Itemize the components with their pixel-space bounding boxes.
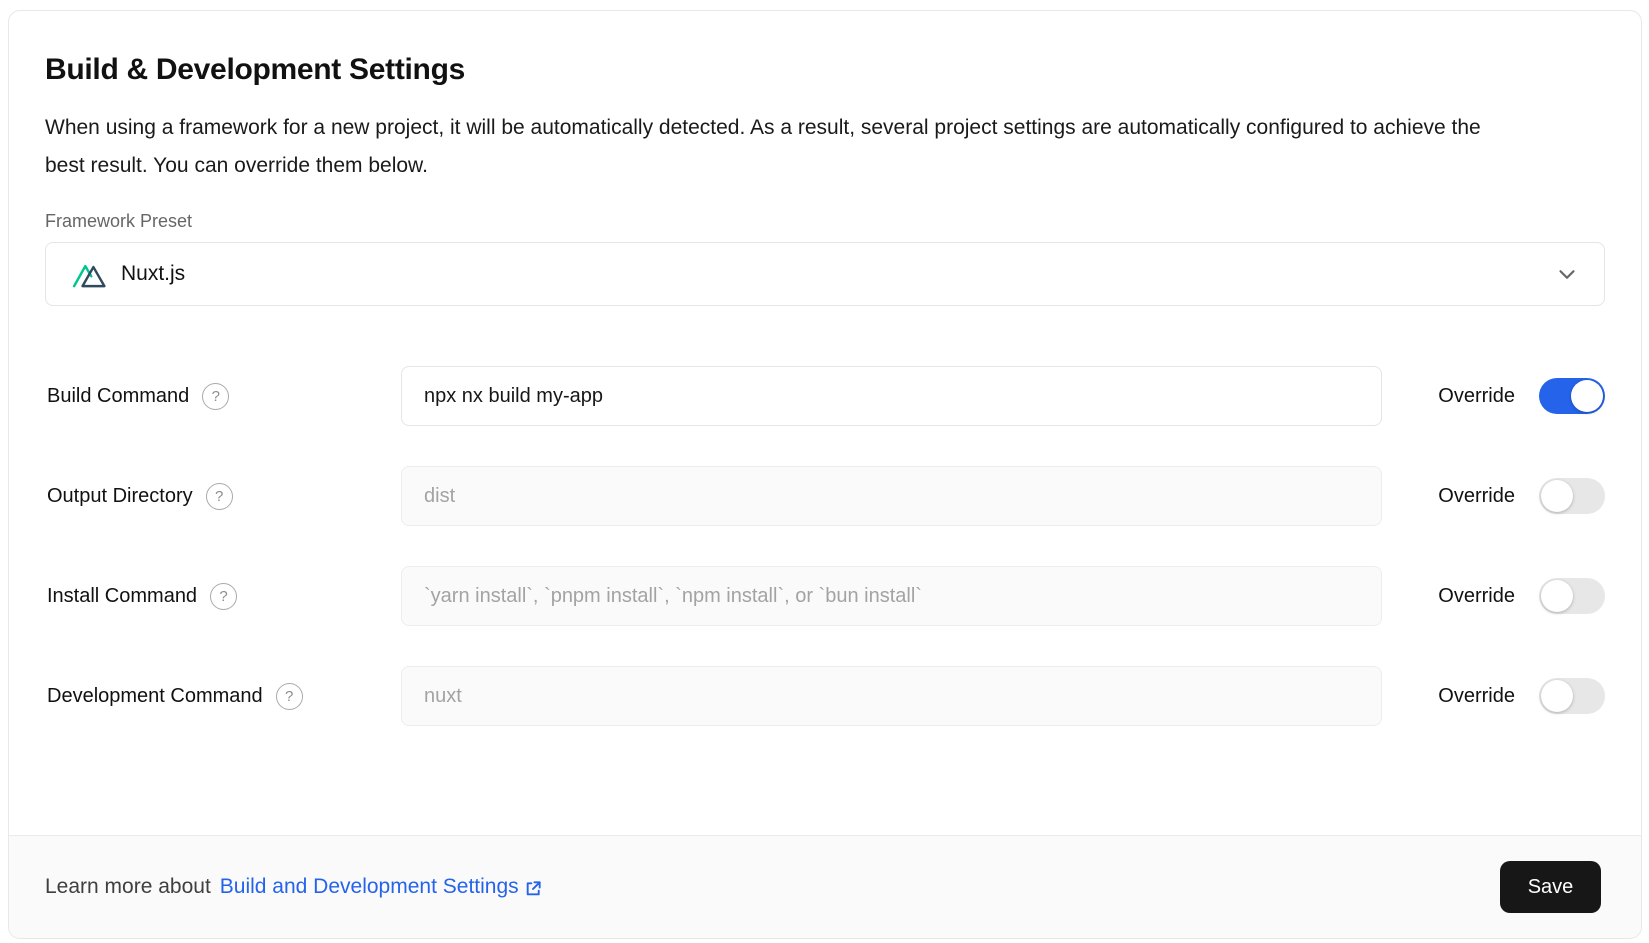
- override-label: Override: [1438, 685, 1515, 708]
- help-icon[interactable]: ?: [202, 383, 229, 410]
- output-directory-override: Override: [1382, 478, 1605, 514]
- help-icon[interactable]: ?: [276, 683, 303, 710]
- development-command-label-group: Development Command ?: [45, 683, 401, 710]
- save-button[interactable]: Save: [1500, 861, 1601, 913]
- card-footer: Learn more about Build and Development S…: [9, 835, 1641, 938]
- external-link-icon: [524, 879, 543, 898]
- override-toggle[interactable]: [1539, 378, 1605, 414]
- page-title: Build & Development Settings: [45, 53, 1605, 87]
- install-command-row: Install Command ? Override: [45, 566, 1605, 626]
- docs-link-label: Build and Development Settings: [220, 875, 519, 899]
- override-toggle[interactable]: [1539, 678, 1605, 714]
- output-directory-label-group: Output Directory ?: [45, 483, 401, 510]
- install-command-label-group: Install Command ?: [45, 583, 401, 610]
- development-command-override: Override: [1382, 678, 1605, 714]
- build-command-label-group: Build Command ?: [45, 383, 401, 410]
- settings-description: When using a framework for a new project…: [45, 109, 1511, 185]
- build-command-row: Build Command ? Override: [45, 366, 1605, 426]
- learn-more-text: Learn more about: [45, 875, 211, 899]
- build-settings-card: Build & Development Settings When using …: [8, 10, 1642, 939]
- footer-help-text: Learn more about Build and Development S…: [45, 875, 543, 899]
- development-command-label: Development Command: [47, 685, 263, 708]
- build-command-override: Override: [1382, 378, 1605, 414]
- card-body: Build & Development Settings When using …: [9, 11, 1641, 835]
- framework-preset-label: Framework Preset: [45, 211, 1605, 232]
- toggle-knob: [1541, 680, 1573, 712]
- toggle-knob: [1541, 580, 1573, 612]
- toggle-knob: [1571, 380, 1603, 412]
- build-settings-docs-link[interactable]: Build and Development Settings: [220, 875, 543, 899]
- toggle-knob: [1541, 480, 1573, 512]
- output-directory-label: Output Directory: [47, 485, 193, 508]
- override-label: Override: [1438, 385, 1515, 408]
- help-icon[interactable]: ?: [206, 483, 233, 510]
- build-command-label: Build Command: [47, 385, 189, 408]
- framework-selected-value: Nuxt.js: [121, 262, 185, 286]
- nuxt-logo-icon: [72, 261, 107, 288]
- development-command-input: [401, 666, 1382, 726]
- development-command-row: Development Command ? Override: [45, 666, 1605, 726]
- override-label: Override: [1438, 585, 1515, 608]
- override-toggle[interactable]: [1539, 578, 1605, 614]
- output-directory-row: Output Directory ? Override: [45, 466, 1605, 526]
- settings-rows: Build Command ? Override Output Director…: [45, 366, 1605, 726]
- override-toggle[interactable]: [1539, 478, 1605, 514]
- chevron-down-icon: [1554, 261, 1580, 287]
- build-command-input[interactable]: [401, 366, 1382, 426]
- install-command-input: [401, 566, 1382, 626]
- override-label: Override: [1438, 485, 1515, 508]
- framework-preset-select[interactable]: Nuxt.js: [45, 242, 1605, 306]
- install-command-label: Install Command: [47, 585, 197, 608]
- help-icon[interactable]: ?: [210, 583, 237, 610]
- output-directory-input: [401, 466, 1382, 526]
- install-command-override: Override: [1382, 578, 1605, 614]
